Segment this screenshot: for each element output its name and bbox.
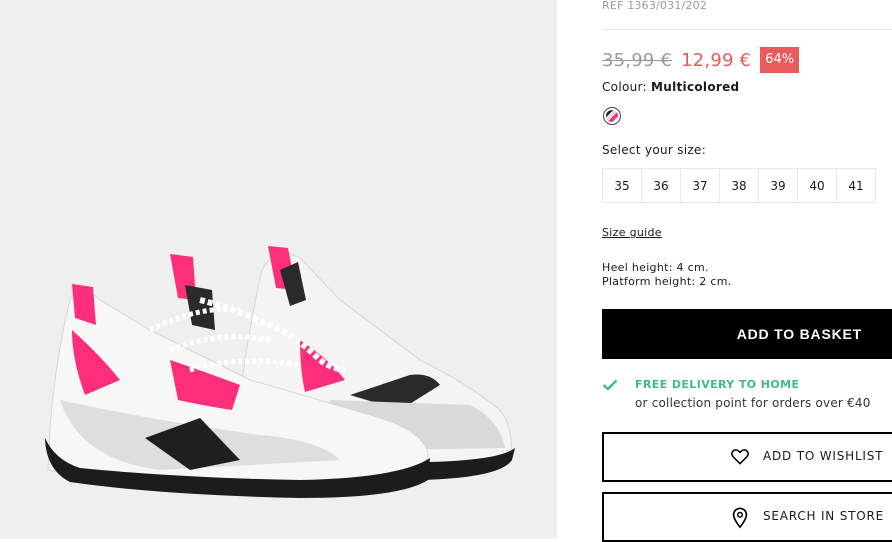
size-option[interactable]: 38 xyxy=(719,168,759,203)
platform-height: Platform height: 2 cm. xyxy=(602,275,732,288)
dimensions: Heel height: 4 cm. Platform height: 2 cm… xyxy=(602,261,732,289)
discount-badge: 64% xyxy=(760,47,800,73)
heel-height: Heel height: 4 cm. xyxy=(602,261,709,274)
heart-icon xyxy=(731,449,749,465)
divider xyxy=(602,29,892,30)
old-price: 35,99 € xyxy=(602,49,673,71)
size-option[interactable]: 37 xyxy=(680,168,720,203)
price-row: 35,99 € 12,99 € 64% xyxy=(602,46,800,74)
sale-price: 12,99 € xyxy=(681,49,752,71)
product-ref: REF 1363/031/202 xyxy=(602,0,708,12)
size-label: Select your size: xyxy=(602,143,707,157)
colour-label: Colour: xyxy=(602,80,647,94)
colour-row: Colour: Multicolored xyxy=(602,80,739,94)
size-option[interactable]: 36 xyxy=(641,168,681,203)
wishlist-label: ADD TO WISHLIST xyxy=(763,449,884,463)
check-icon xyxy=(602,379,618,391)
size-option[interactable]: 41 xyxy=(836,168,876,203)
location-pin-icon xyxy=(732,507,748,529)
swatch-fill xyxy=(606,110,618,122)
size-option[interactable]: 39 xyxy=(758,168,798,203)
search-in-store-button[interactable]: SEARCH IN STORE xyxy=(602,492,892,542)
add-to-basket-button[interactable]: ADD TO BASKET xyxy=(602,309,892,359)
delivery-title: FREE DELIVERY TO HOME xyxy=(635,378,800,391)
product-image[interactable] xyxy=(0,0,557,539)
colour-value: Multicolored xyxy=(651,80,740,94)
delivery-info: FREE DELIVERY TO HOME or collection poin… xyxy=(602,376,892,416)
product-details-panel: REF 1363/031/202 35,99 € 12,99 € 64% Col… xyxy=(602,0,892,542)
size-option[interactable]: 35 xyxy=(602,168,642,203)
size-guide-link[interactable]: Size guide xyxy=(602,226,662,239)
add-to-wishlist-button[interactable]: ADD TO WISHLIST xyxy=(602,432,892,482)
size-selector: 35 36 37 38 39 40 41 xyxy=(602,168,876,203)
store-label: SEARCH IN STORE xyxy=(763,509,885,523)
colour-swatch[interactable] xyxy=(603,107,621,125)
size-option[interactable]: 40 xyxy=(797,168,837,203)
sneaker-illustration xyxy=(45,246,515,498)
delivery-subtitle: or collection point for orders over €40 xyxy=(635,396,871,410)
